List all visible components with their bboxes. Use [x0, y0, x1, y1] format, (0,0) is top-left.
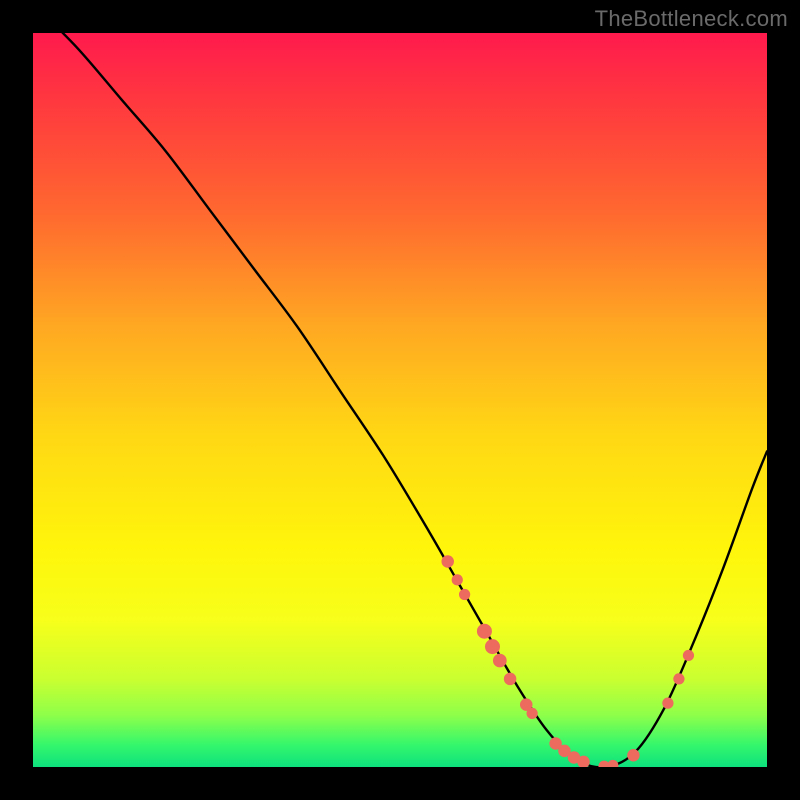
curve-marker	[493, 654, 507, 668]
watermark-text: TheBottleneck.com	[595, 6, 788, 32]
curve-marker	[683, 650, 694, 661]
curve-marker	[662, 698, 673, 709]
curve-marker	[459, 589, 470, 600]
curve-marker	[607, 760, 618, 767]
curve-marker	[504, 673, 516, 685]
curve-layer	[33, 33, 767, 767]
curve-marker	[441, 555, 453, 567]
curve-marker	[452, 574, 463, 585]
curve-marker	[477, 624, 492, 639]
curve-markers	[441, 555, 694, 767]
curve-marker	[485, 639, 500, 654]
bottleneck-curve	[33, 33, 767, 767]
curve-marker	[627, 749, 639, 761]
curve-marker	[673, 673, 684, 684]
chart-frame: TheBottleneck.com	[0, 0, 800, 800]
curve-marker	[527, 708, 538, 719]
